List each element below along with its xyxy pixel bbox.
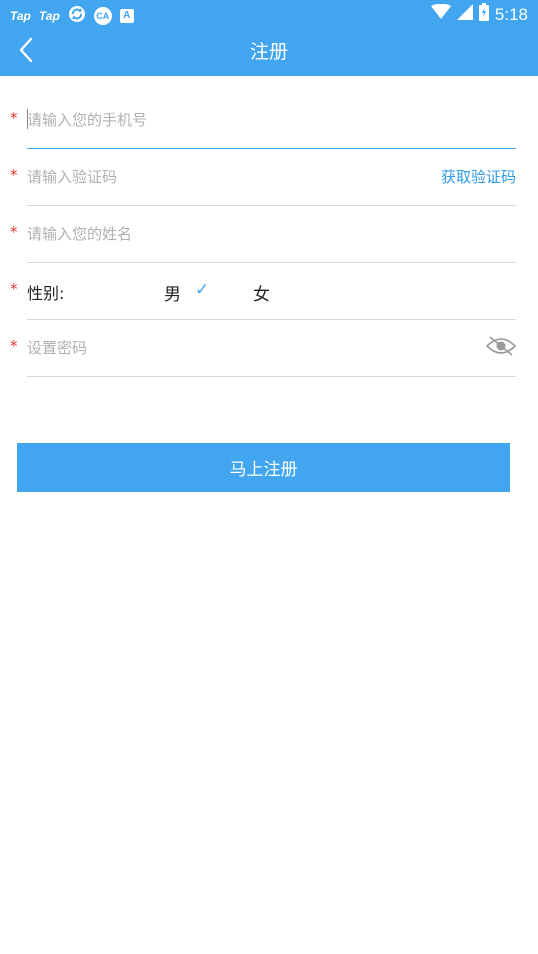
sync-icon bbox=[68, 5, 86, 26]
register-button[interactable]: 马上注册 bbox=[17, 443, 510, 492]
signal-icon bbox=[456, 4, 473, 25]
gender-male-option[interactable]: 男 bbox=[164, 280, 181, 305]
code-field: 获取验证码 bbox=[27, 148, 516, 206]
phone-field bbox=[27, 91, 516, 149]
gender-label: 性别: bbox=[27, 284, 65, 303]
status-bar: Tap Tap CA A 5:18 bbox=[0, 0, 538, 28]
password-field bbox=[27, 319, 517, 377]
verification-code-input[interactable] bbox=[27, 162, 407, 192]
code-row: * 获取验证码 bbox=[0, 148, 538, 206]
name-input[interactable] bbox=[27, 219, 407, 249]
a-app-icon: A bbox=[119, 8, 134, 23]
required-mark: * bbox=[10, 166, 18, 184]
required-mark: * bbox=[10, 109, 18, 127]
required-mark: * bbox=[10, 337, 18, 355]
taptap-icon: Tap bbox=[38, 8, 60, 23]
status-system-icons: 5:18 bbox=[430, 3, 528, 26]
gender-female-option[interactable]: 女 bbox=[253, 280, 270, 305]
required-mark: * bbox=[10, 280, 18, 298]
name-row: * bbox=[0, 205, 538, 263]
status-notification-icons: Tap Tap CA A bbox=[10, 5, 134, 26]
phone-row: * bbox=[0, 91, 538, 149]
app-bar: 注册 bbox=[0, 28, 538, 76]
password-row: * bbox=[0, 319, 538, 377]
status-time: 5:18 bbox=[494, 4, 528, 24]
taptap-icon: Tap bbox=[10, 8, 31, 23]
required-mark: * bbox=[10, 223, 18, 241]
name-field bbox=[27, 205, 516, 263]
page-title: 注册 bbox=[249, 41, 288, 63]
gender-row: * 性别: 男 ✓ 女 bbox=[0, 262, 538, 320]
wifi-icon bbox=[430, 3, 451, 25]
get-code-button[interactable]: 获取验证码 bbox=[441, 166, 516, 187]
ca-app-icon: CA bbox=[93, 6, 112, 25]
phone-input[interactable] bbox=[27, 105, 407, 135]
password-input[interactable] bbox=[27, 333, 407, 363]
gender-field: 性别: 男 ✓ 女 bbox=[27, 262, 516, 320]
battery-icon bbox=[478, 3, 489, 26]
check-icon: ✓ bbox=[195, 280, 210, 300]
eye-off-icon[interactable] bbox=[485, 334, 517, 358]
